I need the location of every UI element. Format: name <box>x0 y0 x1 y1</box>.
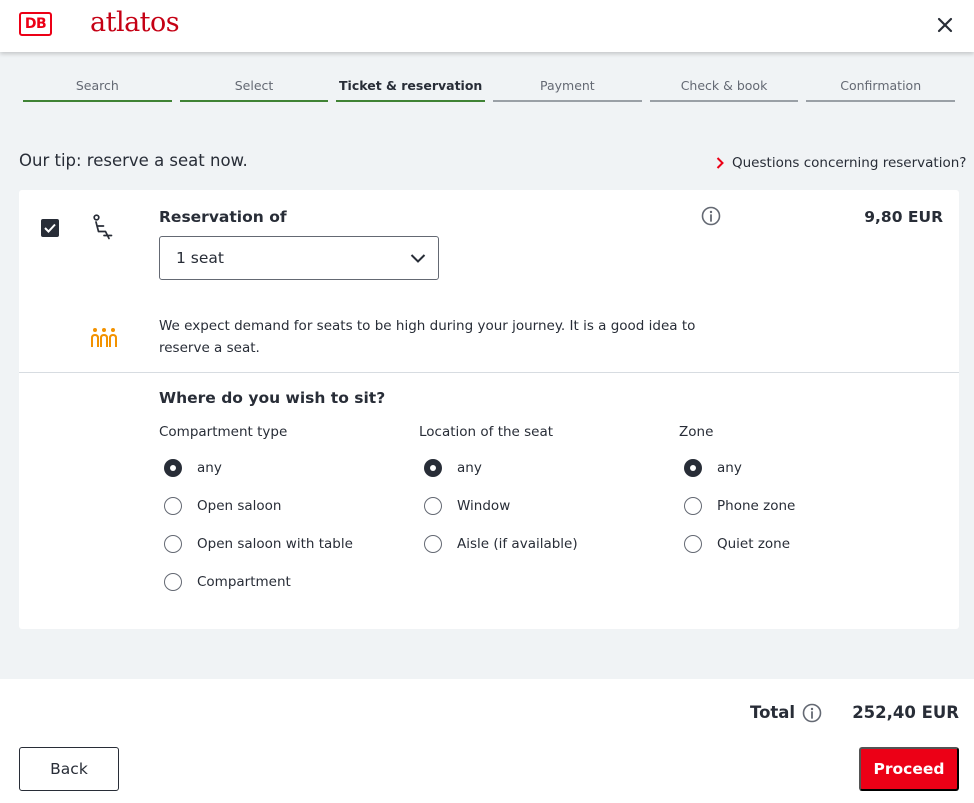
radio-label: any <box>457 460 482 476</box>
demand-notice: We expect demand for seats to be high du… <box>159 318 696 356</box>
radio-button[interactable] <box>164 535 182 553</box>
radio-label: Window <box>457 498 511 514</box>
radio-label: any <box>197 460 222 476</box>
radio-button[interactable] <box>424 497 442 515</box>
step-search[interactable]: Search <box>23 77 172 102</box>
radio-aisle[interactable]: Aisle (if available) <box>424 525 578 563</box>
seat-count-select[interactable]: 1 seat <box>159 236 439 280</box>
db-logo: DB <box>19 12 52 36</box>
step-check-book: Check & book <box>649 77 799 102</box>
seat-location-heading: Location of the seat <box>419 424 554 440</box>
compartment-type-heading: Compartment type <box>159 424 288 440</box>
radio-button[interactable] <box>164 573 182 591</box>
radio-label: Open saloon <box>197 498 282 514</box>
seat-preference-title: Where do you wish to sit? <box>159 389 386 407</box>
seat-location-group: Location of the seat any Window Aisle (i… <box>419 424 578 563</box>
radio-button[interactable] <box>684 459 702 477</box>
card-divider <box>19 372 959 373</box>
high-demand-icon <box>91 328 117 347</box>
info-icon[interactable] <box>802 703 822 723</box>
db-logo-text: DB <box>24 16 47 32</box>
chevron-right-icon <box>716 157 724 169</box>
app-header: DB atlatos <box>0 0 974 52</box>
radio-label: Phone zone <box>717 498 796 514</box>
progress-steps: Search Select Ticket & reservation Payme… <box>23 77 956 103</box>
radio-label: any <box>717 460 742 476</box>
radio-button[interactable] <box>684 497 702 515</box>
radio-button[interactable] <box>424 535 442 553</box>
radio-phone-zone[interactable]: Phone zone <box>684 487 795 525</box>
radio-button[interactable] <box>164 497 182 515</box>
radio-button[interactable] <box>164 459 182 477</box>
step-payment: Payment <box>493 77 642 102</box>
zone-heading: Zone <box>679 424 714 440</box>
zone-group: Zone any Phone zone Quiet zone <box>679 424 795 563</box>
radio-label: Aisle (if available) <box>457 536 578 552</box>
reservation-price: 9,80 EUR <box>864 208 943 226</box>
radio-open-saloon[interactable]: Open saloon <box>164 487 353 525</box>
radio-quiet-zone[interactable]: Quiet zone <box>684 525 795 563</box>
radio-label: Open saloon with table <box>197 536 353 552</box>
close-icon[interactable] <box>934 14 956 36</box>
compartment-type-group: Compartment type any Open saloon Open sa… <box>159 424 353 601</box>
seat-icon <box>93 214 113 240</box>
total-label: Total <box>750 703 796 722</box>
tip-heading: Our tip: reserve a seat now. <box>19 151 248 170</box>
reservation-card: Reservation of 1 seat 9,80 EUR We expect… <box>19 190 959 629</box>
total-value: 252,40 EUR <box>852 703 959 722</box>
brand-name: atlatos <box>90 7 180 38</box>
radio-location-any[interactable]: any <box>424 449 578 487</box>
reservation-title: Reservation of <box>159 208 287 226</box>
radio-compartment[interactable]: Compartment <box>164 563 353 601</box>
radio-window[interactable]: Window <box>424 487 578 525</box>
step-ticket-reservation: Ticket & reservation <box>336 77 486 102</box>
reservation-faq-label: Questions concerning reservation? <box>732 155 967 171</box>
radio-label: Compartment <box>197 574 291 590</box>
proceed-button[interactable]: Proceed <box>859 747 959 791</box>
radio-button[interactable] <box>424 459 442 477</box>
step-confirmation: Confirmation <box>806 77 956 102</box>
radio-compartment-any[interactable]: any <box>164 449 353 487</box>
radio-label: Quiet zone <box>717 536 791 552</box>
chevron-down-icon <box>410 254 426 263</box>
footer-bar: Total 252,40 EUR Back Proceed <box>0 679 974 803</box>
radio-button[interactable] <box>684 535 702 553</box>
step-select[interactable]: Select <box>179 77 329 102</box>
info-icon[interactable] <box>701 206 721 226</box>
radio-open-saloon-table[interactable]: Open saloon with table <box>164 525 353 563</box>
reservation-checkbox[interactable] <box>41 219 59 237</box>
reservation-faq-link[interactable]: Questions concerning reservation? <box>716 155 966 171</box>
back-button[interactable]: Back <box>19 747 119 791</box>
seat-count-value: 1 seat <box>176 249 224 267</box>
radio-zone-any[interactable]: any <box>684 449 795 487</box>
checkmark-icon <box>44 223 56 233</box>
